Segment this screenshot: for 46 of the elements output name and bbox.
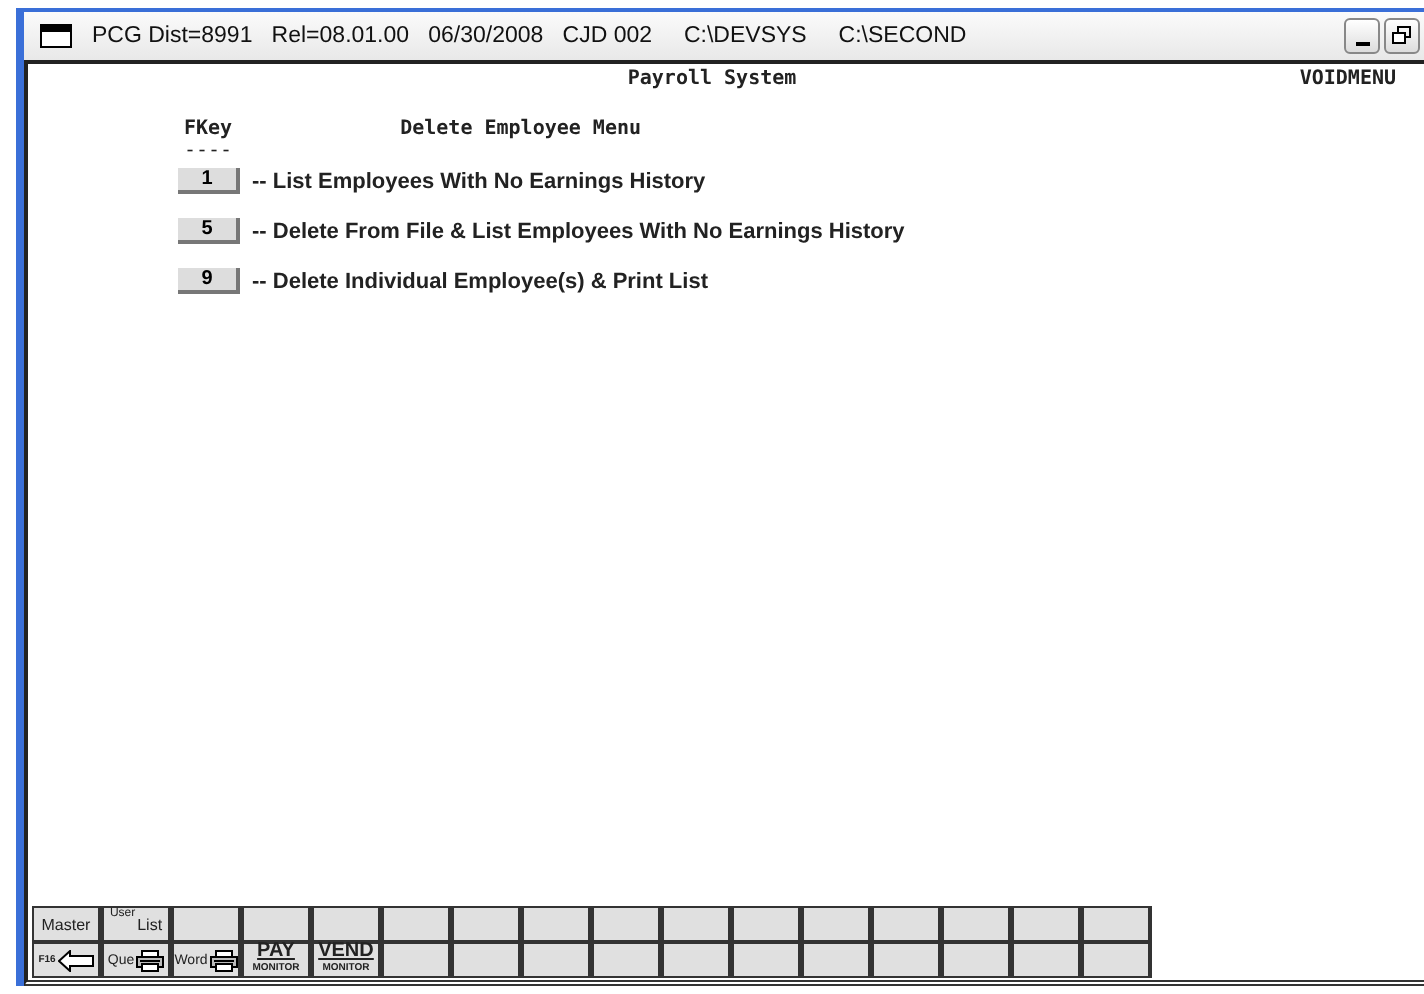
minimize-icon xyxy=(1355,42,1369,46)
screen-id: VOIDMENU xyxy=(1299,68,1397,90)
function-key-button[interactable]: 9 xyxy=(178,268,240,294)
toolbar-button[interactable] xyxy=(872,942,942,978)
system-title: Payroll System xyxy=(627,68,797,90)
toolbar-button[interactable] xyxy=(732,906,802,942)
toolbar-button[interactable] xyxy=(382,906,452,942)
toolbar-button[interactable] xyxy=(662,906,732,942)
toolbar-button[interactable] xyxy=(452,942,522,978)
printer-icon xyxy=(136,949,165,971)
toolbar-button[interactable] xyxy=(802,906,872,942)
function-key-button[interactable]: 1 xyxy=(178,168,240,194)
toolbar-button[interactable] xyxy=(382,942,452,978)
restore-button[interactable] xyxy=(1384,18,1420,54)
toolbar-button[interactable] xyxy=(1012,942,1082,978)
toolbar-button[interactable] xyxy=(802,942,872,978)
toolbar-button[interactable] xyxy=(312,906,382,942)
toolbar-button[interactable] xyxy=(732,942,802,978)
window-menu-icon[interactable] xyxy=(40,24,72,48)
menu-option-label: -- Delete From File & List Employees With No Earnings History xyxy=(252,219,905,243)
toolbar-button[interactable]: Master xyxy=(32,906,102,942)
menu-option-label: -- List Employees With No Earnings History xyxy=(252,169,706,193)
column-rule: ---- xyxy=(184,140,233,162)
toolbar-button[interactable] xyxy=(872,906,942,942)
toolbar-button[interactable] xyxy=(242,906,312,942)
toolbar-button[interactable] xyxy=(942,906,1012,942)
toolbar-button[interactable] xyxy=(1012,906,1082,942)
toolbar-button[interactable] xyxy=(172,906,242,942)
printer-icon xyxy=(209,949,238,971)
toolbar-button[interactable] xyxy=(452,906,522,942)
toolbar-button[interactable] xyxy=(522,906,592,942)
restore-icon xyxy=(1392,26,1412,46)
toolbar-button[interactable] xyxy=(942,942,1012,978)
window-title: PCG Dist=8991 Rel=08.01.00 06/30/2008 CJD 002 C:\DEVSYS C:\SECOND xyxy=(92,24,969,48)
column-heading: FKey xyxy=(184,118,233,140)
minimize-button[interactable] xyxy=(1344,18,1380,54)
toolbar-button[interactable] xyxy=(1082,906,1152,942)
menu-title: Delete Employee Menu xyxy=(400,118,642,144)
left-arrow-icon xyxy=(57,949,94,971)
function-key-button[interactable]: 5 xyxy=(178,218,240,244)
toolbar-button[interactable] xyxy=(592,942,662,978)
menu-option-label: -- Delete Individual Employee(s) & Print List xyxy=(252,269,708,293)
toolbar-button[interactable] xyxy=(662,942,732,978)
toolbar-button[interactable] xyxy=(592,906,662,942)
toolbar-button[interactable] xyxy=(522,942,592,978)
toolbar-button[interactable] xyxy=(1082,942,1152,978)
